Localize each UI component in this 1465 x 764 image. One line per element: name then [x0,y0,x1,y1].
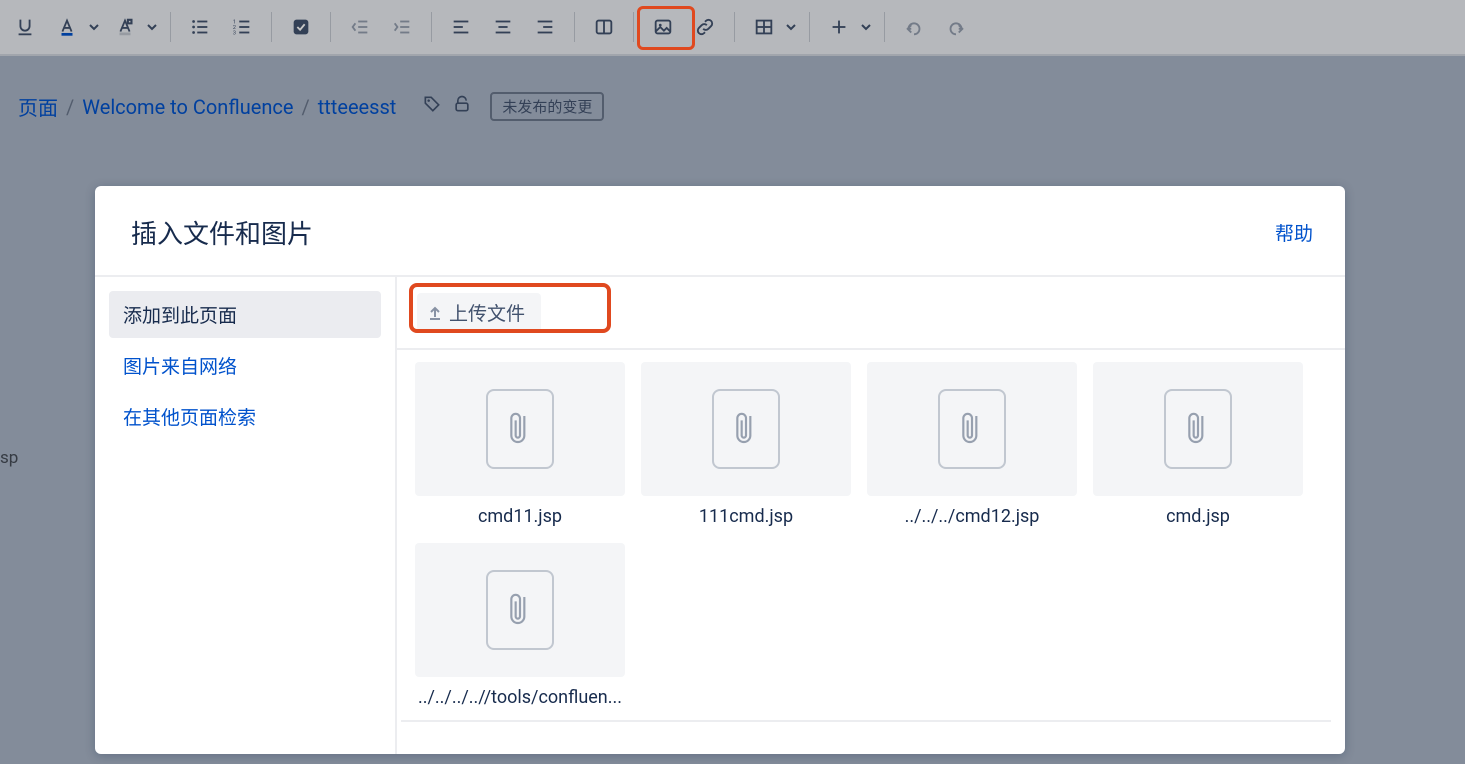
file-name: cmd11.jsp [478,506,562,527]
highlight-button[interactable]: □ [106,8,144,46]
bullet-list-button[interactable] [181,8,219,46]
breadcrumb-link[interactable]: ttteeesst [318,95,397,119]
file-name: ../../../cmd12.jsp [905,506,1040,527]
breadcrumb-link[interactable]: 页面 [18,92,58,121]
upload-file-button[interactable]: 上传文件 [417,293,541,332]
highlight-caret[interactable] [144,8,160,46]
align-left-button[interactable] [442,8,480,46]
file-item[interactable]: 111cmd.jsp [641,362,851,527]
lock-icon[interactable] [452,94,472,119]
align-right-button[interactable] [526,8,564,46]
svg-text:□: □ [128,17,132,25]
file-thumbnail [415,543,625,677]
breadcrumb-link[interactable]: Welcome to Confluence [82,95,293,119]
file-grid: cmd11.jsp 111cmd.jsp ../../../cmd12.jsp [401,350,1331,722]
layout-button[interactable] [585,8,623,46]
modal-sidebar: 添加到此页面 图片来自网络 在其他页面检索 [95,277,395,754]
table-button[interactable] [745,8,783,46]
file-item[interactable]: cmd.jsp [1093,362,1303,527]
tag-icon[interactable] [422,94,442,119]
insert-button[interactable] [820,8,858,46]
file-thumbnail [1093,362,1303,496]
file-item[interactable]: cmd11.jsp [415,362,625,527]
outdent-button[interactable] [341,8,379,46]
file-thumbnail [641,362,851,496]
file-item[interactable]: ../../../cmd12.jsp [867,362,1077,527]
align-center-button[interactable] [484,8,522,46]
redo-button[interactable] [937,8,975,46]
unpublished-badge: 未发布的变更 [490,92,604,121]
file-thumbnail [867,362,1077,496]
sidebar-item-attach[interactable]: 添加到此页面 [109,291,381,338]
file-name: cmd.jsp [1166,506,1230,527]
insert-caret[interactable] [858,8,874,46]
sidebar-item-search[interactable]: 在其他页面检索 [109,393,381,440]
text-color-button[interactable] [48,8,86,46]
underline-button[interactable] [6,8,44,46]
file-thumbnail [415,362,625,496]
sidebar-item-weburl[interactable]: 图片来自网络 [109,342,381,389]
file-name: 111cmd.jsp [699,506,793,527]
editor-toolbar: □ 123 [0,0,1465,56]
undo-button[interactable] [895,8,933,46]
number-list-button[interactable]: 123 [223,8,261,46]
table-caret[interactable] [783,8,799,46]
image-button-highlight [637,6,695,50]
file-name: ../../../..//tools/confluen... [418,687,622,708]
modal-title: 插入文件和图片 [131,214,313,251]
upload-label: 上传文件 [449,299,525,326]
text-color-caret[interactable] [86,8,102,46]
task-list-button[interactable] [282,8,320,46]
insert-file-modal: 插入文件和图片 帮助 添加到此页面 图片来自网络 在其他页面检索 上传文件 [95,186,1345,754]
svg-text:3: 3 [233,30,236,36]
help-link[interactable]: 帮助 [1275,219,1313,246]
indent-button[interactable] [383,8,421,46]
page-text-fragment: sp [0,448,18,468]
file-item[interactable]: ../../../..//tools/confluen... [415,543,625,708]
breadcrumb: 页面 / Welcome to Confluence / ttteeesst 未… [0,56,1465,121]
